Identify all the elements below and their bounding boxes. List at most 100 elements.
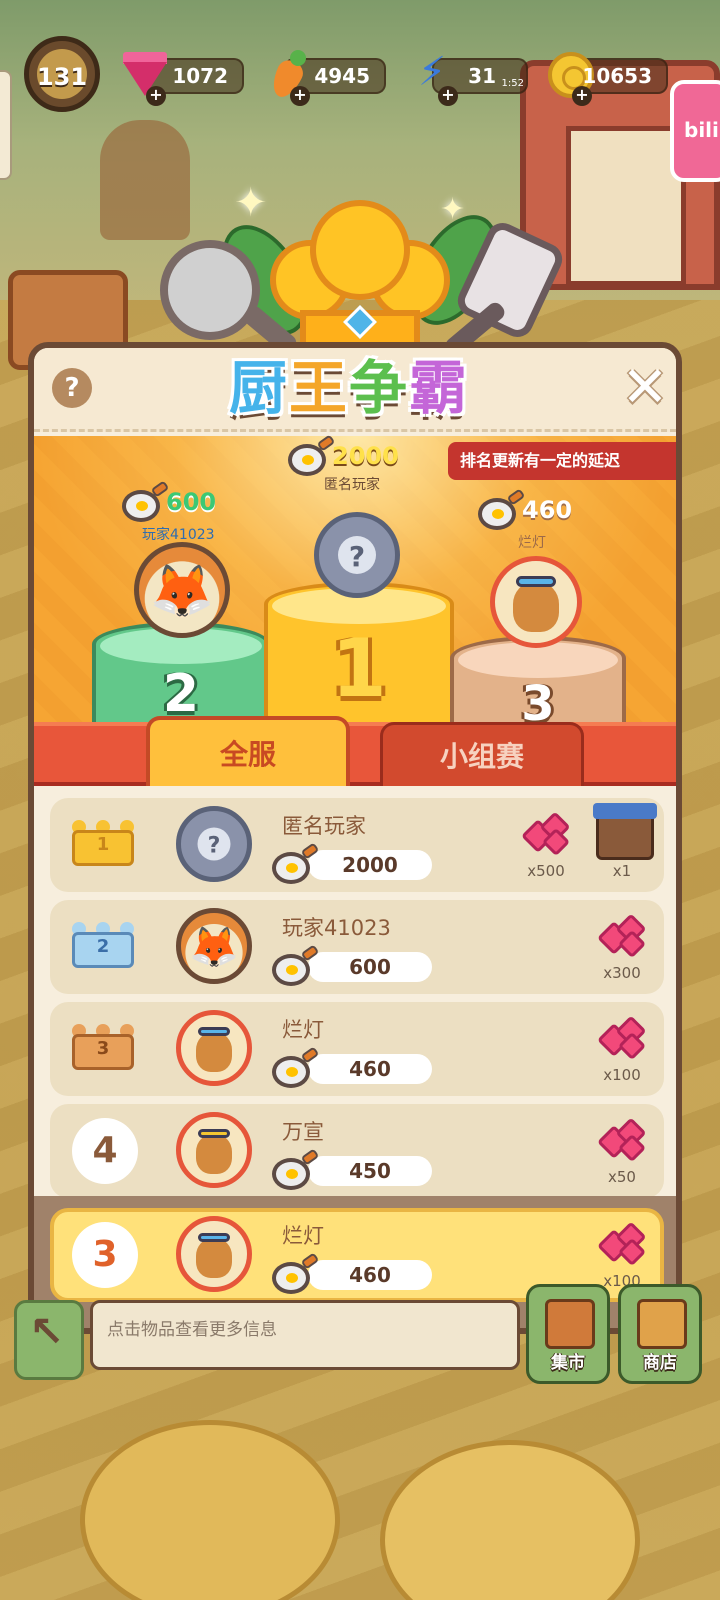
my-name: 烂灯 — [282, 1224, 324, 1248]
silver-crown-icon: 2 — [72, 922, 138, 970]
my-avatar[interactable] — [176, 1216, 252, 1292]
pink-gems-icon — [520, 810, 574, 858]
reward-gems[interactable]: x500 — [516, 810, 576, 886]
leaderboard-panel: ? 厨王争霸 ✕ 排名更新有一定的延迟 2 1 3 2000 匿名玩家 ? 60… — [28, 342, 682, 1334]
gold-crown-icon: 1 — [72, 820, 138, 868]
reward-quantity: x50 — [608, 1168, 636, 1186]
podium-third-score: 460 烂灯 — [478, 488, 598, 551]
energy-timer: 1:52 — [501, 78, 524, 89]
tab-bar: 全服 小组赛 — [34, 716, 676, 792]
reward-quantity: x100 — [603, 1066, 641, 1084]
podium-first-name: 匿名玩家 — [324, 477, 380, 493]
player-name: 玩家41023 — [282, 916, 391, 940]
player-name: 烂灯 — [282, 1018, 324, 1042]
reward-quantity: x1 — [612, 862, 632, 880]
reward-gems[interactable]: x300 — [592, 912, 652, 988]
rank-number: 2 — [96, 936, 110, 957]
title-char: 王 — [288, 354, 349, 422]
player-name: 匿名玩家 — [282, 814, 366, 838]
player-avatar[interactable] — [176, 1010, 252, 1086]
plus-icon[interactable]: + — [146, 86, 166, 106]
podium-first-avatar[interactable]: ? — [314, 512, 400, 598]
sparkle-icon: ✦ — [440, 192, 466, 227]
sparkle-icon: ✦ — [234, 180, 268, 226]
coins-counter[interactable]: + 10653 — [548, 52, 668, 106]
item-info-box: 点击物品查看更多信息 — [90, 1300, 520, 1370]
podium-second-score: 600 玩家41023 — [122, 480, 242, 543]
market-button[interactable]: 集市 — [526, 1284, 610, 1384]
title-char: 厨 — [228, 354, 289, 422]
podium-first: 1 — [264, 582, 454, 732]
player-score: 450 — [349, 1159, 391, 1183]
back-button[interactable]: ↖ — [14, 1300, 84, 1380]
podium-first-score: 2000 匿名玩家 — [288, 434, 408, 493]
player-avatar[interactable] — [176, 908, 252, 984]
title-char: 霸 — [409, 354, 470, 422]
podium-third-score-value: 460 — [522, 496, 573, 524]
podium-third-name: 烂灯 — [518, 535, 546, 551]
unknown-avatar-icon: ? — [338, 536, 376, 574]
plus-icon[interactable]: + — [438, 86, 458, 106]
market-stall-icon — [545, 1299, 595, 1349]
reward-quantity: x500 — [527, 862, 565, 880]
side-tab[interactable] — [0, 70, 12, 180]
ranking-delay-notice: 排名更新有一定的延迟 — [448, 442, 676, 480]
tab-group-match[interactable]: 小组赛 — [380, 722, 584, 786]
tab-all-server[interactable]: 全服 — [146, 716, 350, 786]
reward-quantity: x300 — [603, 964, 641, 982]
close-button[interactable]: ✕ — [620, 358, 670, 418]
leaderboard-row[interactable]: 2 玩家41023 600 x300 — [50, 900, 664, 994]
energy-counter[interactable]: ⚡ + 31 1:52 — [418, 52, 528, 106]
podium-third-avatar[interactable] — [490, 556, 582, 648]
leaderboard-list[interactable]: 1 ? 匿名玩家 2000 x500 x1 2 玩家4102 — [34, 792, 676, 1200]
back-arrow-icon: ↖ — [29, 1307, 65, 1356]
plus-icon[interactable]: + — [572, 86, 592, 106]
player-score: 2000 — [342, 853, 398, 877]
plus-icon[interactable]: + — [290, 86, 310, 106]
shop-button[interactable]: 商店 — [618, 1284, 702, 1384]
resource-bar: 131 + 1072 + 4945 ⚡ + 31 1:52 + 10653 — [0, 28, 720, 128]
leaderboard-row[interactable]: 1 ? 匿名玩家 2000 x500 x1 — [50, 798, 664, 892]
gems-value: 1072 — [172, 64, 228, 88]
player-avatar[interactable]: ? — [176, 806, 252, 882]
energy-value: 31 — [468, 64, 496, 88]
item-info-hint: 点击物品查看更多信息 — [107, 1320, 277, 1340]
my-rank-number: 3 — [72, 1222, 138, 1288]
podium-second-avatar[interactable] — [134, 542, 230, 638]
gems-counter[interactable]: + 1072 — [123, 52, 244, 106]
reward-gems[interactable]: x100 — [592, 1014, 652, 1090]
pink-gems-icon — [596, 1116, 650, 1164]
frying-pan-icon — [288, 434, 336, 478]
help-button[interactable]: ? — [52, 368, 92, 408]
rank-number: 1 — [96, 834, 110, 855]
reward-gems[interactable]: x50 — [592, 1116, 652, 1192]
reward-shop[interactable]: x1 — [592, 803, 657, 886]
panel-header: ? 厨王争霸 ✕ — [34, 348, 676, 432]
podium-place-number: 2 — [162, 664, 200, 724]
bili-badge[interactable]: bili — [670, 80, 720, 182]
player-name: 万宣 — [282, 1120, 324, 1144]
shop-building-icon — [593, 803, 657, 860]
panel-title: 厨王争霸 — [194, 350, 504, 426]
player-level-badge[interactable]: 131 — [24, 36, 100, 112]
frying-pan-icon — [122, 480, 170, 524]
podium-second-score-value: 600 — [166, 488, 217, 516]
rank-number: 3 — [96, 1038, 110, 1059]
my-score: 460 — [349, 1263, 391, 1287]
pink-gems-icon — [596, 912, 650, 960]
coins-value: 10653 — [582, 64, 652, 88]
player-score: 600 — [349, 955, 391, 979]
pink-gems-icon — [596, 1014, 650, 1062]
shop-label: 商店 — [643, 1353, 677, 1373]
carrots-counter[interactable]: + 4945 — [267, 50, 386, 106]
podium-first-score-value: 2000 — [332, 442, 399, 470]
bronze-crown-icon: 3 — [72, 1024, 138, 1072]
title-char: 争 — [349, 354, 410, 422]
leaderboard-row[interactable]: 3 烂灯 460 x100 — [50, 1002, 664, 1096]
frying-pan-icon — [478, 488, 526, 532]
player-avatar[interactable] — [176, 1112, 252, 1188]
podium-place-number: 1 — [331, 622, 387, 715]
leaderboard-row[interactable]: 4 万宣 450 x50 — [50, 1104, 664, 1198]
carrots-value: 4945 — [314, 64, 370, 88]
player-score: 460 — [349, 1057, 391, 1081]
